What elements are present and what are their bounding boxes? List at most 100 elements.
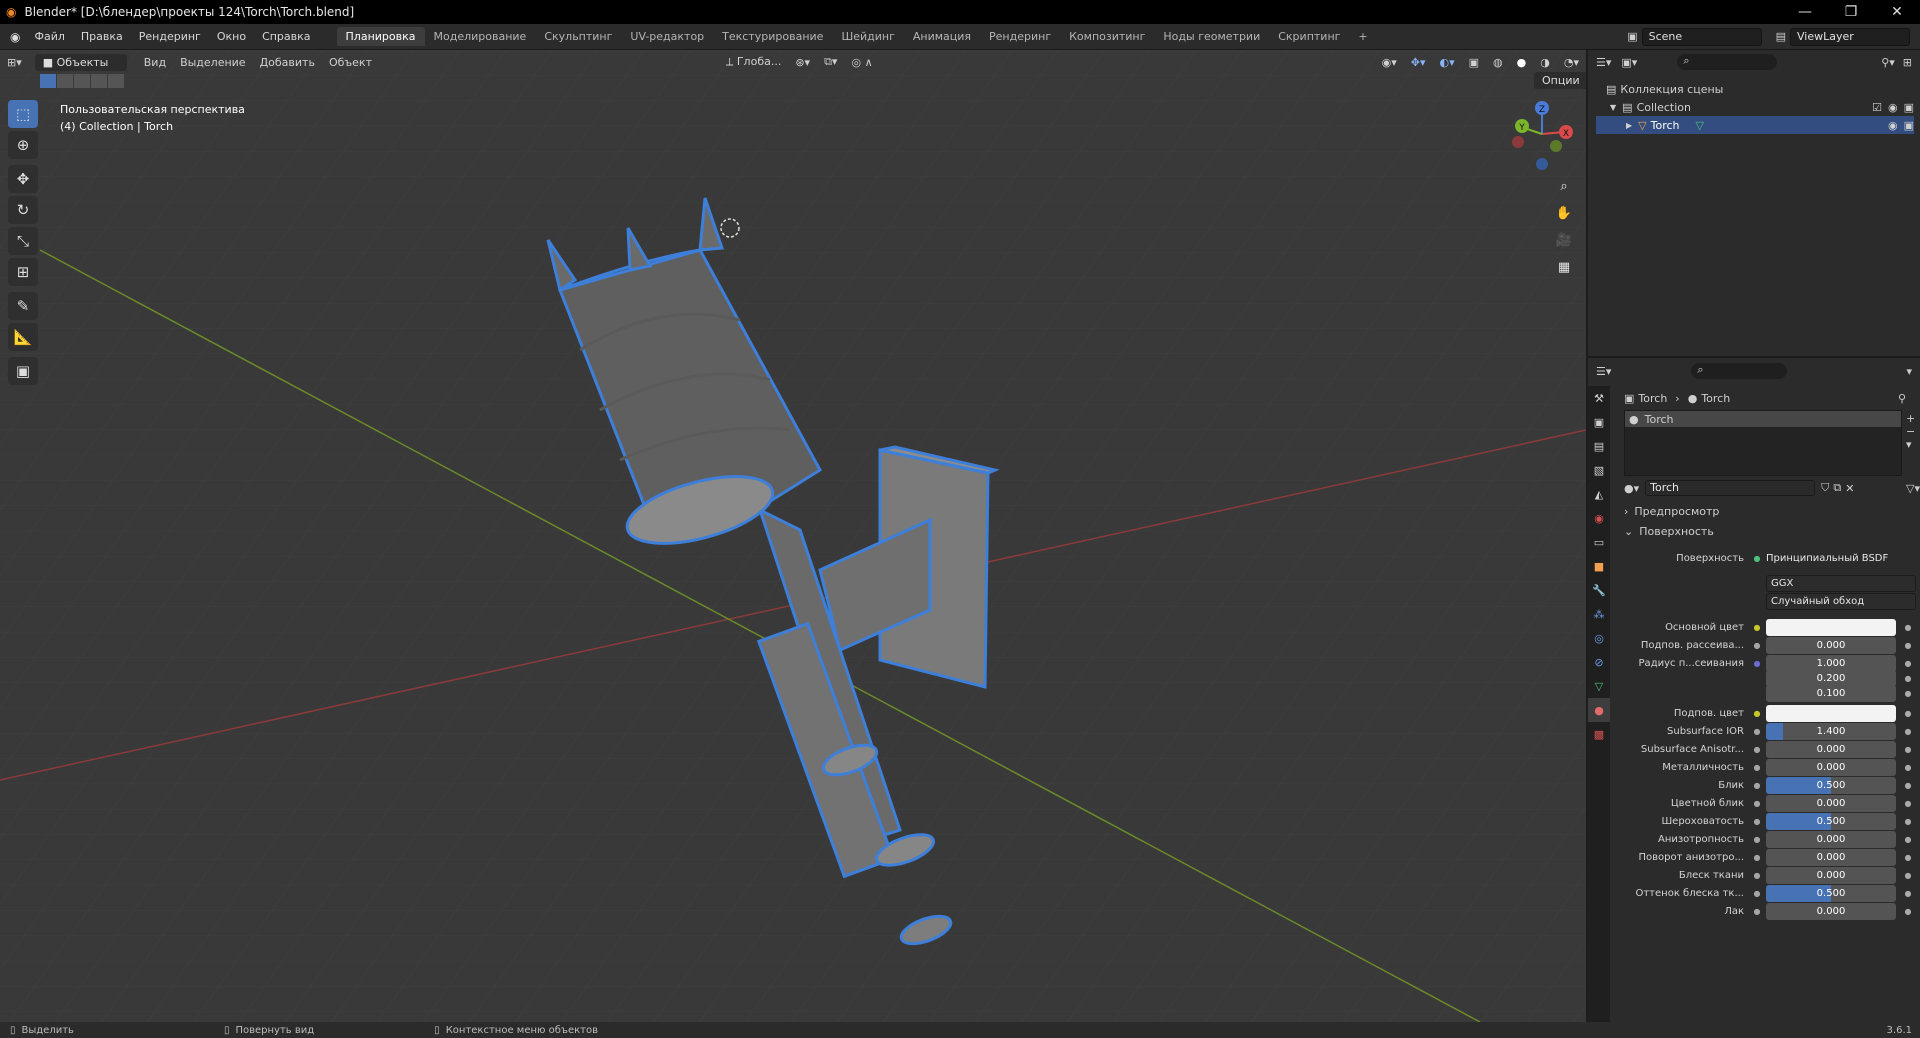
keyframe-dot-icon[interactable]: ●: [1902, 674, 1914, 683]
socket-dot-icon[interactable]: ●: [1752, 745, 1762, 754]
value-slider[interactable]: 0.000: [1766, 830, 1896, 848]
surface-section-header[interactable]: ⌄ Поверхность: [1624, 522, 1918, 540]
workspace-tab-modeling[interactable]: Моделирование: [425, 27, 536, 46]
pan-button[interactable]: ✋: [1552, 201, 1576, 225]
collection-tab[interactable]: ▭: [1588, 530, 1610, 554]
socket-dot-icon[interactable]: ●: [1752, 799, 1762, 808]
menu-file[interactable]: Файл: [26, 30, 72, 43]
keyframe-dot-icon[interactable]: ●: [1902, 907, 1914, 916]
add-cube-tool[interactable]: ▣: [8, 357, 38, 385]
select-box-tool[interactable]: ⬚: [8, 100, 38, 128]
value-slider[interactable]: 0.500: [1766, 812, 1896, 830]
data-tab[interactable]: ▽: [1588, 674, 1610, 698]
view-menu[interactable]: Вид: [137, 56, 173, 69]
measure-tool[interactable]: 📐: [8, 323, 38, 351]
workspace-tab-rendering[interactable]: Рендеринг: [980, 27, 1060, 46]
shading-rendered-icon[interactable]: ◔▾: [1557, 56, 1586, 69]
socket-dot-icon[interactable]: ●: [1752, 817, 1762, 826]
blender-menu-icon[interactable]: ◉: [10, 30, 20, 44]
value-slider[interactable]: 0.500: [1766, 776, 1896, 794]
value-slider[interactable]: 0.000: [1766, 636, 1896, 654]
texture-tab[interactable]: ▩: [1588, 722, 1610, 746]
workspace-tab-shading[interactable]: Шейдинг: [832, 27, 903, 46]
mode-selector[interactable]: ■ Объекты: [34, 53, 127, 71]
menu-render[interactable]: Рендеринг: [131, 30, 209, 43]
material-tab[interactable]: ●: [1588, 698, 1610, 722]
workspace-tab-texture[interactable]: Текстурирование: [713, 27, 832, 46]
socket-dot-icon[interactable]: ●: [1752, 853, 1762, 862]
scale-tool[interactable]: ⤡: [8, 227, 38, 255]
material-browse-icon[interactable]: ●▾: [1624, 482, 1639, 495]
output-tab[interactable]: ▤: [1588, 434, 1610, 458]
transform-orientation-dropdown[interactable]: ⟂ Глоба...: [719, 55, 788, 69]
move-tool[interactable]: ✥: [8, 165, 38, 193]
add-menu[interactable]: Добавить: [253, 56, 322, 69]
outliner-item-torch[interactable]: ▶ ▽ Torch ▽ ◉ ▣: [1596, 116, 1914, 134]
keyframe-dot-icon[interactable]: ●: [1902, 689, 1914, 698]
display-mode-icon[interactable]: ▣▾: [1621, 56, 1637, 69]
value-slider[interactable]: 0.000: [1766, 758, 1896, 776]
panel-options-icon[interactable]: ▾: [1906, 365, 1912, 378]
socket-dot-icon[interactable]: ●: [1752, 781, 1762, 790]
properties-search[interactable]: ⌕: [1691, 363, 1788, 379]
add-workspace-button[interactable]: +: [1349, 27, 1376, 46]
select-menu[interactable]: Выделение: [173, 56, 253, 69]
view-layer-tab[interactable]: ▧: [1588, 458, 1610, 482]
keyframe-dot-icon[interactable]: ●: [1902, 853, 1914, 862]
socket-dot-icon[interactable]: ●: [1752, 727, 1762, 736]
expand-arrow-icon[interactable]: ▼: [1610, 103, 1616, 112]
socket-dot-icon[interactable]: ●: [1752, 659, 1762, 668]
close-button[interactable]: ✕: [1874, 4, 1920, 20]
fake-user-shield-icon[interactable]: ⛉: [1821, 481, 1829, 495]
socket-dot-icon[interactable]: ●: [1752, 763, 1762, 772]
workspace-tab-animation[interactable]: Анимация: [904, 27, 980, 46]
link-dropdown-icon[interactable]: ▽▾: [1906, 482, 1920, 495]
physics-tab[interactable]: ◎: [1588, 626, 1610, 650]
scene-collection-row[interactable]: ▤ Коллекция сцены: [1596, 80, 1914, 98]
menu-window[interactable]: Окно: [209, 30, 254, 43]
maximize-button[interactable]: ❐: [1828, 4, 1874, 20]
camera-view-button[interactable]: 🎥: [1552, 228, 1576, 252]
remove-slot-button[interactable]: −: [1906, 425, 1915, 438]
value-slider[interactable]: 0.000: [1766, 740, 1896, 758]
keyframe-dot-icon[interactable]: ●: [1902, 709, 1914, 718]
keyframe-dot-icon[interactable]: ●: [1902, 763, 1914, 772]
editor-type-icon[interactable]: ⊞▾: [0, 56, 29, 69]
shading-wireframe-icon[interactable]: ◍: [1486, 56, 1510, 69]
overlay-toggle-icon[interactable]: ◐▾: [1433, 56, 1462, 69]
duplicate-material-icon[interactable]: ⧉: [1833, 481, 1841, 495]
value-slider[interactable]: 1.400: [1766, 722, 1896, 740]
3d-viewport[interactable]: X Z Y ⊞▾ ■ Объекты Вид Выделение Добавит…: [0, 50, 1586, 1022]
keyframe-dot-icon[interactable]: ●: [1902, 641, 1914, 650]
color-field[interactable]: [1766, 704, 1896, 722]
tool-tab[interactable]: ⚒: [1588, 386, 1610, 410]
zoom-button[interactable]: ⌕: [1552, 174, 1576, 198]
socket-dot-icon[interactable]: ●: [1752, 623, 1762, 632]
pin-icon[interactable]: ⚲: [1898, 392, 1906, 405]
render-tab[interactable]: ▣: [1588, 410, 1610, 434]
properties-editor-icon[interactable]: ☰▾: [1596, 365, 1611, 378]
add-slot-button[interactable]: +: [1906, 412, 1915, 425]
eye-icon[interactable]: ◉: [1888, 101, 1898, 114]
material-slot-list[interactable]: ● Torch: [1624, 410, 1902, 476]
shading-solid-icon[interactable]: ●: [1510, 56, 1534, 69]
visibility-icon[interactable]: ◉▾: [1375, 56, 1404, 69]
value-slider[interactable]: 0.500: [1766, 884, 1896, 902]
camera-render-icon[interactable]: ▣: [1904, 119, 1914, 132]
unlink-material-icon[interactable]: ✕: [1845, 482, 1854, 495]
value-slider[interactable]: 0.000: [1766, 902, 1896, 920]
socket-dot-icon[interactable]: ●: [1752, 907, 1762, 916]
workspace-tab-sculpting[interactable]: Скульптинг: [535, 27, 621, 46]
workspace-tab-geometry-nodes[interactable]: Ноды геометрии: [1154, 27, 1269, 46]
outliner-editor-icon[interactable]: ☰▾: [1596, 56, 1611, 69]
annotate-tool[interactable]: ✎: [8, 292, 38, 320]
select-subtract-icon[interactable]: [74, 74, 90, 88]
expand-arrow-icon[interactable]: ▶: [1626, 121, 1632, 130]
options-dropdown[interactable]: Опции: [1528, 72, 1586, 89]
material-slot-row[interactable]: ● Torch: [1625, 411, 1901, 427]
value-slider[interactable]: 0.000: [1766, 848, 1896, 866]
scene-tab[interactable]: ◭: [1588, 482, 1610, 506]
new-collection-icon[interactable]: ⊞: [1903, 56, 1912, 69]
proportional-edit-icon[interactable]: ◎ ∧: [844, 56, 879, 69]
keyframe-dot-icon[interactable]: ●: [1902, 835, 1914, 844]
